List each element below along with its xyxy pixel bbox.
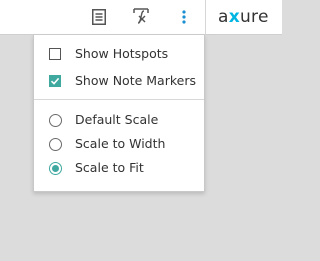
show-hotspots-option[interactable]: Show Hotspots [34, 43, 204, 65]
vertical-ellipsis-icon [182, 10, 186, 24]
scale-to-width-radio[interactable] [49, 138, 62, 151]
show-note-markers-checkbox[interactable] [49, 75, 61, 87]
show-note-markers-label: Show Note Markers [75, 73, 196, 88]
function-x-icon [133, 8, 149, 24]
view-options-menu: Show Hotspots Show Note Markers Default … [33, 35, 205, 192]
document-lines-icon [92, 9, 106, 25]
default-scale-label: Default Scale [75, 112, 159, 127]
top-toolbar: axure [0, 0, 282, 35]
default-scale-radio[interactable] [49, 114, 62, 127]
scale-to-fit-label: Scale to Fit [75, 160, 144, 175]
menu-separator [34, 99, 204, 100]
show-note-markers-option[interactable]: Show Note Markers [34, 70, 204, 92]
show-hotspots-label: Show Hotspots [75, 46, 169, 61]
axure-logo: axure [218, 7, 269, 27]
scale-to-width-label: Scale to Width [75, 136, 166, 151]
default-scale-option[interactable]: Default Scale [34, 109, 204, 131]
more-options-button[interactable] [173, 6, 195, 28]
formula-button[interactable] [130, 6, 152, 28]
scale-to-width-option[interactable]: Scale to Width [34, 133, 204, 155]
checkmark-icon [50, 77, 60, 85]
toolbar-divider [205, 0, 206, 35]
scale-to-fit-option[interactable]: Scale to Fit [34, 157, 204, 179]
scale-to-fit-radio[interactable] [49, 162, 62, 175]
show-hotspots-checkbox[interactable] [49, 48, 61, 60]
notes-button[interactable] [88, 6, 110, 28]
